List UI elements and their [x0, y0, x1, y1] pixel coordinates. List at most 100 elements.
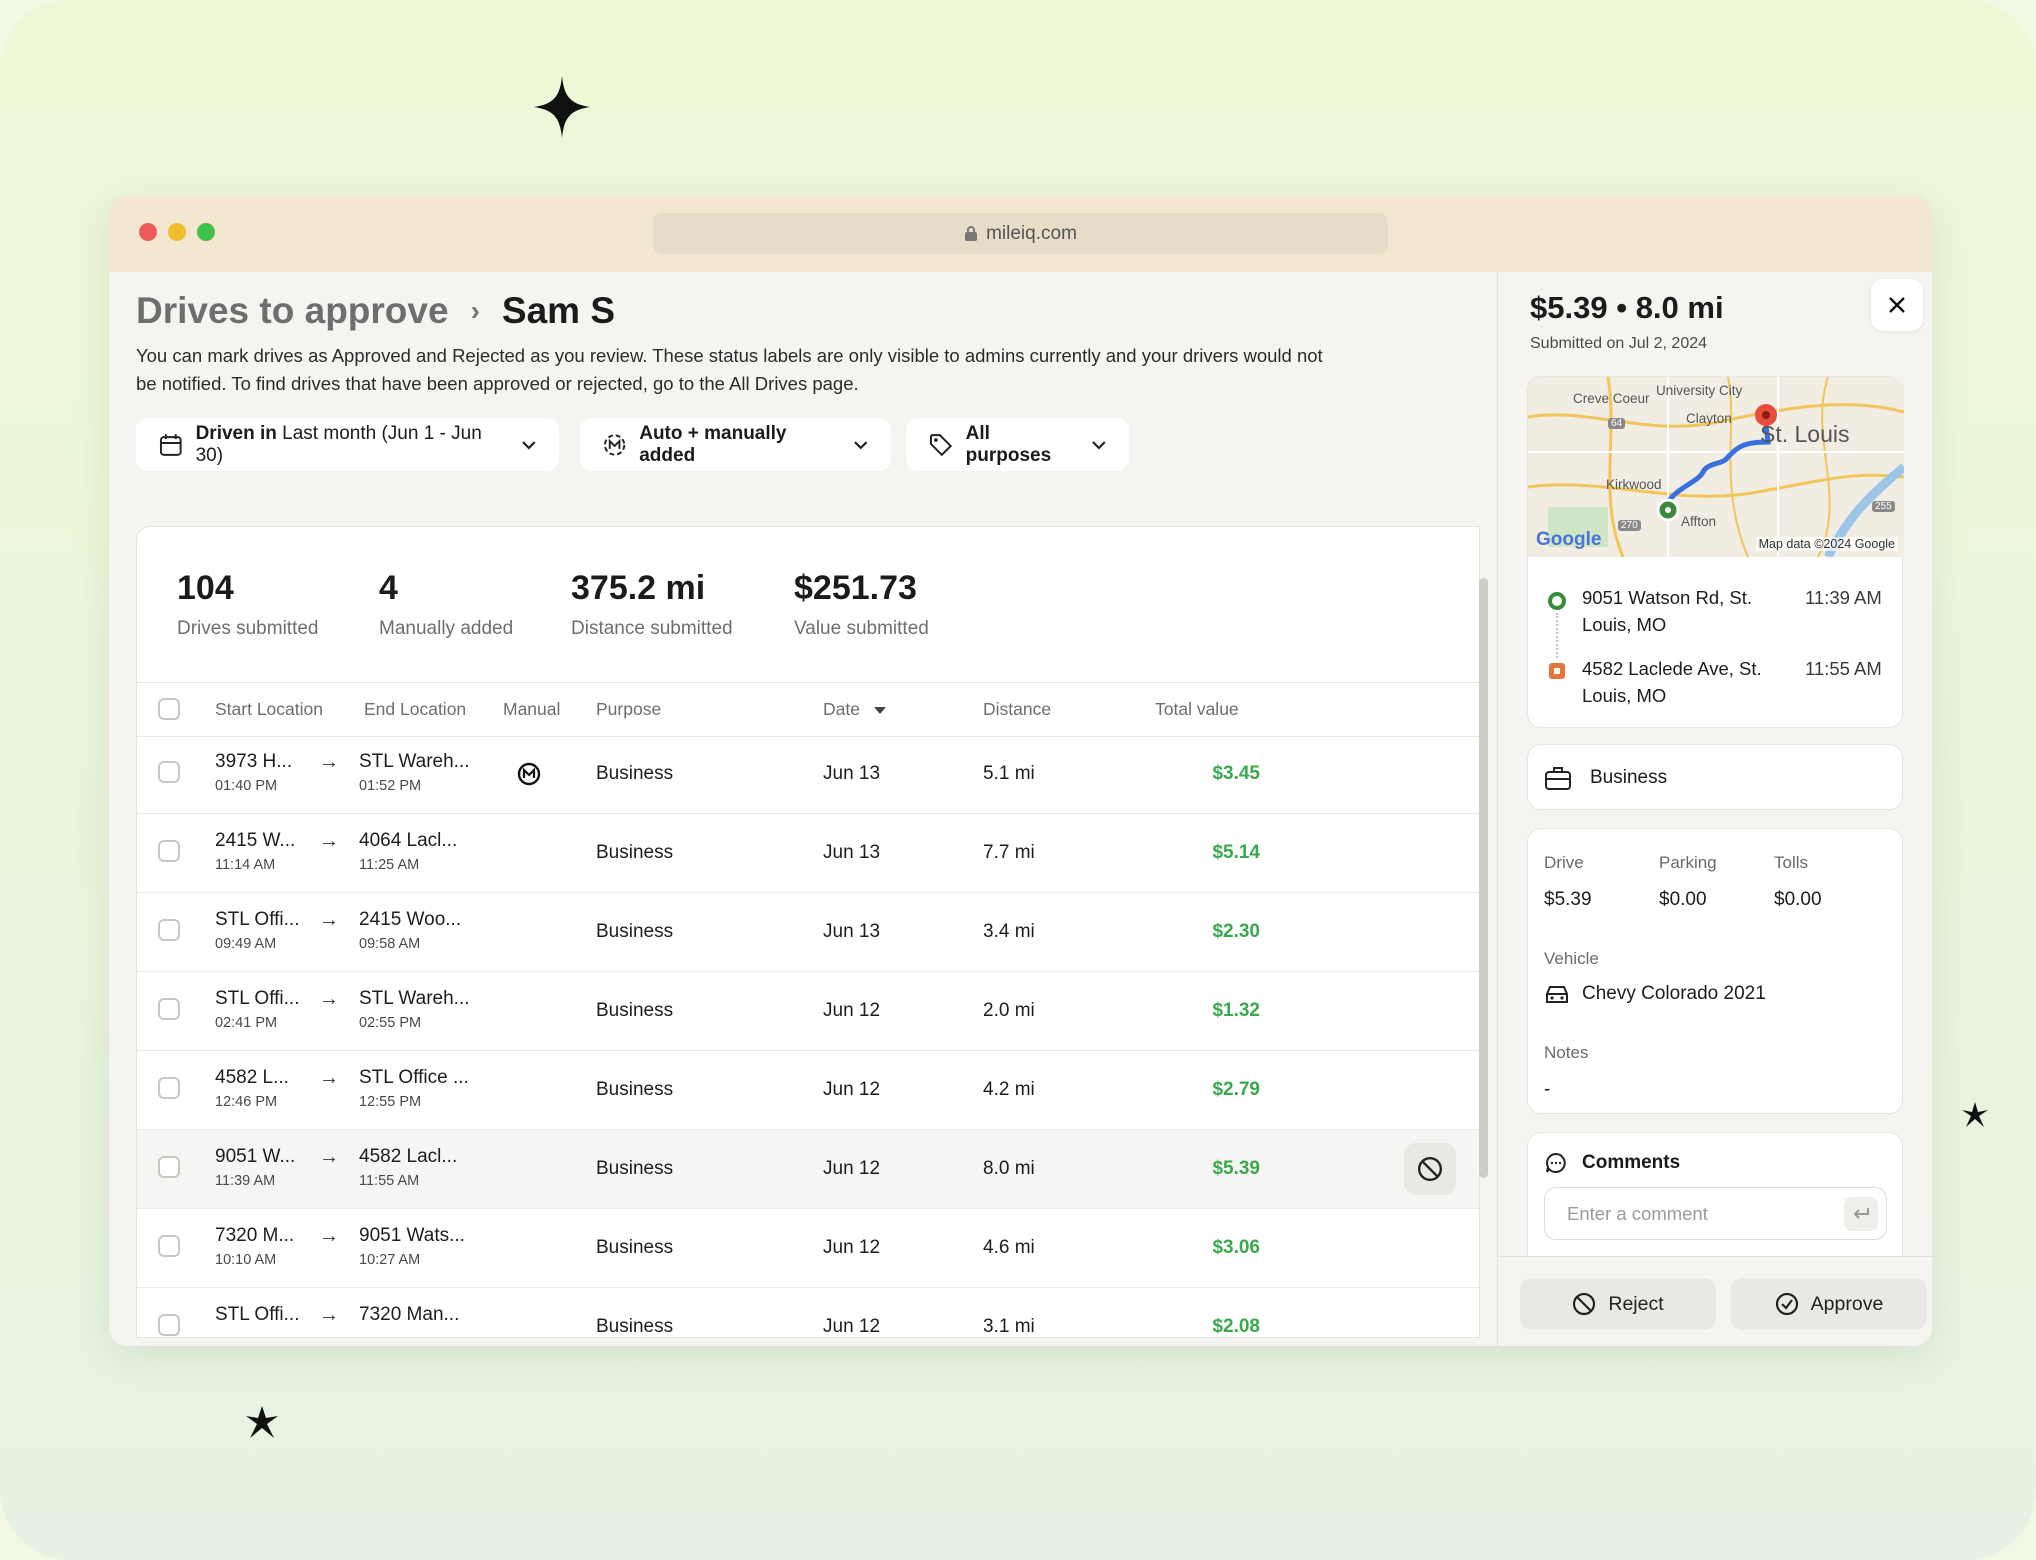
row-checkbox[interactable]: [158, 1314, 180, 1336]
source-filter[interactable]: Auto + manually added: [580, 418, 891, 471]
purpose-value: Business: [1590, 767, 1668, 788]
total-value: $2.79: [1212, 1079, 1260, 1100]
chevron-down-icon: [854, 440, 868, 449]
reject-drive-button[interactable]: [1404, 1143, 1456, 1195]
column-distance[interactable]: Distance: [983, 699, 1051, 720]
column-end-location[interactable]: End Location: [364, 699, 466, 720]
arrow-right-icon: →: [319, 1067, 339, 1089]
close-button[interactable]: [1871, 279, 1923, 331]
start-time: 10:10 AM: [215, 1252, 277, 1268]
stat-distance-submitted: 375.2 mi Distance submitted: [571, 569, 733, 639]
date: Jun 12: [823, 1237, 881, 1258]
check-circle-icon: [1775, 1292, 1798, 1316]
route-map[interactable]: Creve Coeur University City Clayton St. …: [1528, 377, 1904, 557]
table-row[interactable]: 3973 H... 01:40 PM → STL Wareh... 01:52 PM Bu…: [137, 735, 1479, 814]
purpose: Business: [596, 1237, 674, 1258]
table-row[interactable]: 2415 W... 11:14 AM → 4064 Lacl... 11:25 AM Bu…: [137, 814, 1479, 893]
column-manual[interactable]: Manual: [503, 699, 560, 720]
column-total-value[interactable]: Total value: [1155, 699, 1239, 720]
map-label: 64: [1608, 418, 1626, 429]
row-checkbox[interactable]: [158, 1156, 180, 1178]
purpose-card[interactable]: Business: [1527, 744, 1903, 810]
car-icon: [1546, 986, 1568, 1003]
distance: 4.6 mi: [983, 1237, 1035, 1258]
map-label: Clayton: [1686, 411, 1732, 426]
arrow-right-icon: →: [319, 830, 339, 852]
manual-entry-icon: [517, 762, 541, 786]
breadcrumb: Drives to approve › Sam S: [136, 290, 615, 332]
end-time: 12:55 PM: [359, 1094, 422, 1110]
comments-card: Comments Enter a comment: [1527, 1132, 1903, 1262]
page-description: You can mark drives as Approved and Reje…: [136, 345, 1323, 394]
drive-value: $5.39: [1544, 889, 1592, 910]
tolls-value: $0.00: [1774, 889, 1822, 910]
date: Jun 13: [823, 763, 881, 784]
start-location: 4582 L...: [215, 1067, 289, 1088]
address-bar[interactable]: mileiq.com: [653, 213, 1388, 254]
start-time: 09:49 AM: [215, 936, 277, 952]
end-location: STL Wareh...: [359, 751, 470, 772]
route-connector: [1556, 613, 1558, 658]
column-date[interactable]: Date: [823, 699, 887, 720]
close-window-button[interactable]: [139, 223, 157, 241]
sort-desc-icon: [873, 707, 886, 714]
drives-panel: 104 Drives submitted 4 Manually added 375.…: [136, 526, 1480, 1338]
reject-button[interactable]: Reject: [1520, 1278, 1716, 1330]
breadcrumb-parent[interactable]: Drives to approve: [136, 290, 449, 332]
column-purpose[interactable]: Purpose: [596, 699, 661, 720]
approve-button[interactable]: Approve: [1731, 1278, 1927, 1330]
distance: 3.1 mi: [983, 1316, 1035, 1337]
chevron-down-icon: [1092, 440, 1106, 449]
map-label: Affton: [1681, 514, 1717, 529]
table-row[interactable]: 9051 W... 11:39 AM → 4582 Lacl... 11:55 AM Bu…: [137, 1130, 1479, 1209]
row-checkbox[interactable]: [158, 840, 180, 862]
total-value: $3.06: [1212, 1237, 1260, 1258]
date: Jun 12: [823, 1316, 881, 1337]
row-checkbox[interactable]: [158, 998, 180, 1020]
mileiq-logo-icon: [603, 433, 626, 456]
row-checkbox[interactable]: [158, 1077, 180, 1099]
source-filter-value: Auto + manually added: [639, 422, 787, 466]
table-row[interactable]: 4582 L... 12:46 PM → STL Office ... 12:55 PM…: [137, 1051, 1479, 1130]
date: Jun 13: [823, 921, 881, 942]
browser-window: mileiq.com Drives to approve › Sam S You…: [109, 196, 1932, 1346]
table-row[interactable]: 7320 M... 10:10 AM → 9051 Wats... 10:27 AM Bu…: [137, 1209, 1479, 1288]
vertical-scrollbar[interactable]: [1479, 578, 1488, 1178]
start-time: 11:14 AM: [215, 857, 276, 873]
purpose-filter[interactable]: All purposes: [906, 418, 1129, 471]
row-checkbox[interactable]: [158, 919, 180, 941]
table-header: Start Location End Location Manual Purpo…: [137, 682, 1479, 737]
start-time: 02:41 PM: [215, 1015, 278, 1031]
date: Jun 13: [823, 842, 881, 863]
send-comment-button[interactable]: [1844, 1197, 1878, 1231]
select-all-checkbox[interactable]: [158, 698, 180, 720]
row-checkbox[interactable]: [158, 761, 180, 783]
maximize-window-button[interactable]: [197, 223, 215, 241]
distance: 8.0 mi: [983, 1158, 1035, 1179]
table-row[interactable]: STL Offi... → 7320 Man... Business Jun 12 3.1…: [137, 1288, 1479, 1337]
table-row[interactable]: STL Offi... 02:41 PM → STL Wareh... 02:55 PM…: [137, 972, 1479, 1051]
map-label: St. Louis: [1760, 421, 1850, 447]
comment-placeholder: Enter a comment: [1567, 1203, 1708, 1224]
expenses-card: Drive $5.39 Parking $0.00 Tolls $0.00 Ve…: [1527, 828, 1903, 1114]
minimize-window-button[interactable]: [168, 223, 186, 241]
row-checkbox[interactable]: [158, 1235, 180, 1257]
end-location: STL Office ...: [359, 1067, 469, 1088]
end-time: 02:55 PM: [359, 1015, 422, 1031]
vehicle-value: Chevy Colorado 2021: [1582, 983, 1766, 1004]
end-time: 10:27 AM: [359, 1252, 421, 1268]
purpose: Business: [596, 921, 674, 942]
purpose: Business: [596, 1079, 674, 1100]
comment-input[interactable]: Enter a comment: [1544, 1187, 1887, 1240]
chevron-right-icon: ›: [470, 295, 480, 326]
purpose: Business: [596, 1316, 674, 1337]
parking-label: Parking: [1659, 853, 1717, 872]
table-row[interactable]: STL Offi... 09:49 AM → 2415 Woo... 09:58 AM B…: [137, 893, 1479, 972]
sparkle-icon: [1962, 1102, 1988, 1127]
start-time: 11:39 AM: [215, 1173, 276, 1189]
calendar-icon: [159, 433, 182, 456]
column-start-location[interactable]: Start Location: [215, 699, 323, 720]
ban-icon: [1573, 1292, 1596, 1316]
end-location: 2415 Woo...: [359, 909, 462, 930]
date-filter[interactable]: Driven in Last month (Jun 1 - Jun 30): [136, 418, 559, 471]
